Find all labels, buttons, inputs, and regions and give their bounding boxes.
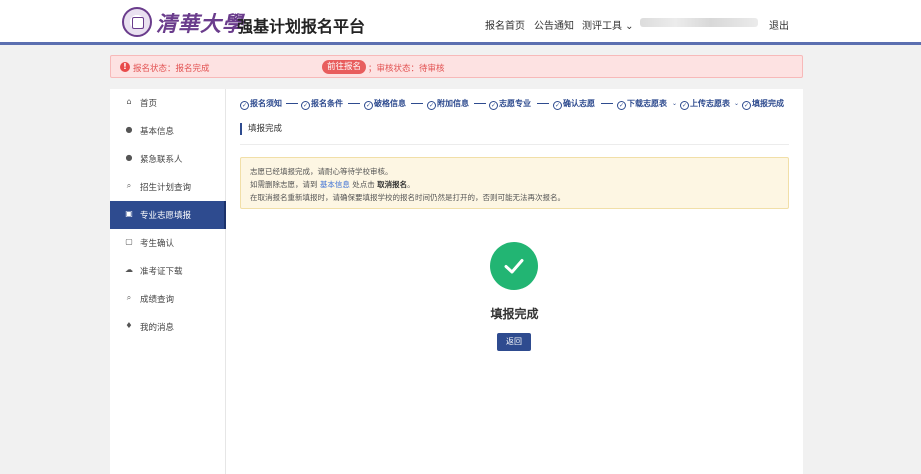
step-item[interactable]: ✓ 下载志愿表 (617, 98, 667, 110)
sidebar-item-label: 专业志愿填报 (140, 211, 192, 221)
user-icon: ● (125, 153, 133, 162)
section-title: 填报完成 (240, 123, 282, 135)
search-icon: ⌕ (126, 181, 132, 190)
university-logo-text[interactable]: 清華大學 (156, 8, 244, 38)
review-status-text: ；审核状态：待审核 (368, 64, 445, 74)
check-circle-icon: ✓ (301, 101, 310, 110)
chevron-down-icon: ⌄ (734, 100, 740, 107)
sidebar-item-enrollment-plan[interactable]: ⌕ 招生计划查询 (110, 173, 226, 201)
notice-line-1: 志愿已经填报完成，请耐心等待学校审核。 (250, 167, 393, 176)
chevron-down-icon: ⌄ (672, 100, 678, 107)
cancel-registration-text: 取消报名 (377, 180, 408, 189)
check-circle-icon: ✓ (617, 101, 626, 110)
check-circle-icon: ✓ (553, 101, 562, 110)
check-circle-icon: ✓ (742, 101, 751, 110)
search-icon: ⌕ (126, 293, 132, 302)
goto-register-button[interactable]: 前往报名 (322, 60, 366, 74)
user-icon: ● (125, 125, 133, 134)
sidebar-item-candidate-confirm[interactable]: ▢ 考生确认 (110, 229, 226, 257)
success-check-icon (490, 242, 538, 290)
step-connector (601, 103, 613, 104)
step-connector (411, 103, 423, 104)
sidebar-item-label: 考生确认 (140, 239, 175, 249)
nav-tools-dropdown[interactable]: 测评工具 ⌄ (582, 17, 634, 32)
main-panel: ✓ 报名须知 ✓ 报名条件 ✓ 破格信息 ✓ 附加信息 ✓ 志愿专业 ✓ 确认志愿 ✓ 下载志… (226, 89, 803, 474)
cloud-download-icon: ☁ (125, 265, 133, 274)
logout-link[interactable]: 退出 (769, 17, 789, 32)
check-circle-icon: ✓ (489, 101, 498, 110)
registration-status-text: 报名状态：报名完成 (133, 64, 210, 74)
sidebar-item-label: 基本信息 (140, 127, 175, 137)
step-connector (474, 103, 486, 104)
alert-icon: ! (120, 62, 130, 72)
university-seal-logo[interactable] (122, 7, 152, 37)
bell-icon: ♦ (125, 321, 133, 330)
sidebar-item-score-query[interactable]: ⌕ 成绩查询 (110, 285, 226, 313)
step-item[interactable]: ✓ 确认志愿 (553, 98, 595, 110)
checkmark-icon (504, 259, 524, 274)
back-button[interactable]: 返回 (497, 333, 531, 351)
notice-box: 志愿已经填报完成，请耐心等待学校审核。 如需删除志愿，请到 基本信息 处点击 取… (240, 157, 789, 209)
checkbox-icon: ▢ (125, 237, 133, 246)
user-name-redacted (640, 18, 758, 27)
check-circle-icon: ✓ (680, 101, 689, 110)
step-item[interactable]: ✓ 报名条件 (301, 98, 343, 110)
site-title: 强基计划报名平台 (237, 17, 366, 36)
step-item[interactable]: ✓ 上传志愿表 (680, 98, 730, 110)
nav-notice-link[interactable]: 公告通知 (534, 17, 574, 32)
sidebar-item-admission-ticket[interactable]: ☁ 准考证下载 (110, 257, 226, 285)
notice-line-2: 如需删除志愿，请到 基本信息 处点击 取消报名。 (250, 180, 415, 189)
basic-info-link[interactable]: 基本信息 (320, 180, 350, 189)
sidebar-item-label: 首页 (140, 99, 158, 109)
sidebar-item-label: 紧急联系人 (140, 155, 183, 165)
sidebar-item-home[interactable]: ⌂ 首页 (110, 89, 226, 117)
sidebar-item-basic-info[interactable]: ● 基本信息 (110, 117, 226, 145)
sidebar-item-label: 成绩查询 (140, 295, 175, 305)
home-icon: ⌂ (126, 97, 132, 106)
check-circle-icon: ✓ (364, 101, 373, 110)
check-circle-icon: ✓ (427, 101, 436, 110)
top-header: 清華大學 强基计划报名平台 报名首页 公告通知 测评工具 ⌄ 退出 (0, 0, 921, 45)
sidebar-item-label: 准考证下载 (140, 267, 183, 277)
completion-message: 填报完成 (490, 307, 539, 321)
sidebar-item-label: 我的消息 (140, 323, 175, 333)
sidebar-item-messages[interactable]: ♦ 我的消息 (110, 313, 226, 341)
sidebar-item-emergency-contact[interactable]: ● 紧急联系人 (110, 145, 226, 173)
step-item[interactable]: ✓ 志愿专业 (489, 98, 531, 110)
notice-line-3: 在取消报名重新填报时，请确保要填报学校的报名时间仍然是打开的，否则可能无法再次报… (250, 193, 565, 202)
step-item[interactable]: ✓ 填报完成 (742, 98, 784, 110)
step-item[interactable]: ✓ 报名须知 (240, 98, 282, 110)
status-banner: ! 报名状态：报名完成 前往报名 ；审核状态：待审核 (110, 55, 803, 78)
sidebar-item-major-choice[interactable]: ▣ 专业志愿填报 (110, 201, 227, 229)
step-connector (537, 103, 549, 104)
check-circle-icon: ✓ (240, 101, 249, 110)
step-connector (286, 103, 298, 104)
divider (240, 144, 789, 145)
step-connector (348, 103, 360, 104)
step-item[interactable]: ✓ 破格信息 (364, 98, 406, 110)
form-icon: ▣ (125, 209, 133, 218)
sidebar-item-label: 招生计划查询 (140, 183, 192, 193)
step-item[interactable]: ✓ 附加信息 (427, 98, 469, 110)
nav-home-link[interactable]: 报名首页 (485, 17, 525, 32)
sidebar-menu: ⌂ 首页 ● 基本信息 ● 紧急联系人 ⌕ 招生计划查询 ▣ 专业志愿填报 ▢ … (110, 89, 227, 474)
